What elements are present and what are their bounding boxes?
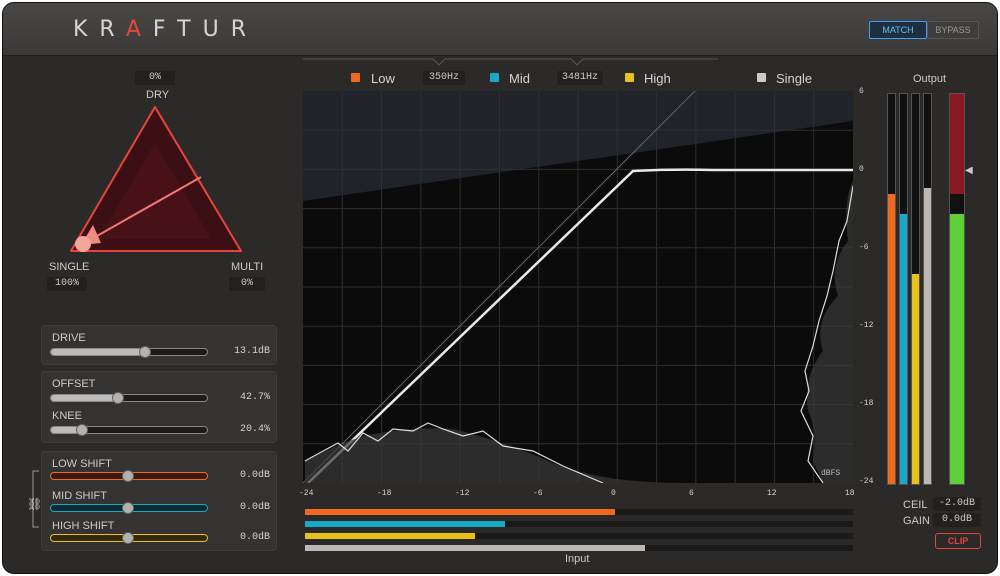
y-tick-label: 0: [859, 165, 864, 174]
offset-knee-panel: OFFSET 42.7% KNEE 20.4%: [41, 371, 277, 443]
logo-text-left: KR: [73, 17, 126, 42]
mid-shift-knob[interactable]: [122, 502, 134, 514]
dry-label: DRY: [146, 89, 170, 101]
mix-handle[interactable]: [75, 236, 91, 252]
ceil-label: CEIL: [903, 499, 928, 511]
knee-knob[interactable]: [76, 424, 89, 436]
low-band-meter: [305, 509, 853, 515]
drive-label: DRIVE: [52, 332, 86, 344]
ceil-value[interactable]: -2.0dB: [933, 497, 981, 511]
low-swatch[interactable]: [351, 73, 360, 82]
single-band-label[interactable]: Single: [776, 71, 812, 86]
offset-value[interactable]: 42.7%: [212, 392, 270, 403]
gain-label: GAIN: [903, 515, 930, 527]
knee-slider[interactable]: [50, 426, 208, 434]
input-label: Input: [565, 553, 590, 565]
single-label: SINGLE: [49, 261, 90, 273]
single-output-meter: [923, 93, 932, 485]
mid-shift-value[interactable]: 0.0dB: [212, 502, 270, 513]
transfer-curve-graph[interactable]: dBFS: [303, 91, 853, 483]
x-tick-label: 12: [767, 489, 777, 498]
drive-value[interactable]: 13.1dB: [212, 346, 270, 357]
mid-freq-value[interactable]: 3481Hz: [557, 71, 603, 85]
y-tick-label: -12: [859, 321, 874, 330]
drive-knob[interactable]: [138, 346, 151, 358]
output-title: Output: [913, 73, 947, 85]
low-freq-value[interactable]: 350Hz: [423, 71, 465, 85]
y-tick-label: -18: [859, 399, 874, 408]
krafturlogo: KRAFTUR: [73, 17, 258, 42]
single-swatch[interactable]: [757, 73, 766, 82]
mix-triangle[interactable]: [63, 101, 253, 261]
low-shift-value[interactable]: 0.0dB: [212, 470, 270, 481]
x-tick-label: -24: [299, 489, 314, 498]
offset-slider[interactable]: [50, 394, 208, 402]
clip-indicator[interactable]: CLIP: [935, 533, 981, 549]
main-output-meter: [949, 93, 965, 485]
knee-value[interactable]: 20.4%: [212, 424, 270, 435]
dry-value[interactable]: 0%: [135, 71, 175, 85]
drive-panel: DRIVE 13.1dB: [41, 325, 277, 365]
gain-value[interactable]: 0.0dB: [933, 513, 981, 527]
y-tick-label: -24: [859, 477, 874, 486]
mid-output-meter: [899, 93, 908, 485]
link-icon[interactable]: ⛓: [27, 497, 42, 511]
multi-label: MULTI: [231, 261, 264, 273]
high-shift-label: HIGH SHIFT: [52, 520, 115, 532]
bypass-button[interactable]: BYPASS: [927, 21, 979, 39]
x-tick-label: 6: [689, 489, 694, 498]
knee-label: KNEE: [52, 410, 82, 422]
low-shift-knob[interactable]: [122, 470, 134, 482]
band-crossover-bracket: [303, 58, 718, 66]
low-output-meter: [887, 93, 896, 485]
high-swatch[interactable]: [625, 73, 634, 82]
x-tick-label: -6: [533, 489, 543, 498]
plugin-window: KRAFTUR MATCH BYPASS 0% DRY SINGLE MULTI…: [2, 2, 998, 574]
mid-shift-label: MID SHIFT: [52, 490, 107, 502]
mid-swatch[interactable]: [490, 73, 499, 82]
y-tick-label: -6: [859, 243, 869, 252]
ceiling-marker-icon[interactable]: ◀: [965, 165, 973, 176]
logo-accent-a: A: [125, 17, 153, 42]
high-output-meter: [911, 93, 920, 485]
mid-band-meter: [305, 521, 853, 527]
high-shift-knob[interactable]: [122, 532, 134, 544]
low-band-label[interactable]: Low: [371, 71, 395, 86]
offset-slider-fill: [51, 395, 119, 401]
x-tick-label: 0: [611, 489, 616, 498]
drive-slider-fill: [51, 349, 145, 355]
title-bar: KRAFTUR MATCH BYPASS: [3, 3, 997, 56]
x-tick-label: 18: [845, 489, 855, 498]
high-band-label[interactable]: High: [644, 71, 671, 86]
high-band-meter: [305, 533, 853, 539]
low-shift-label: LOW SHIFT: [52, 458, 112, 470]
mid-band-label[interactable]: Mid: [509, 71, 530, 86]
multi-value[interactable]: 0%: [229, 277, 265, 291]
drive-slider[interactable]: [50, 348, 208, 356]
match-button[interactable]: MATCH: [869, 21, 927, 39]
single-value[interactable]: 100%: [47, 277, 87, 291]
y-tick-label: 6: [859, 87, 864, 96]
offset-knob[interactable]: [112, 392, 125, 404]
logo-text-right: FTUR: [152, 17, 258, 42]
offset-label: OFFSET: [52, 378, 96, 390]
x-tick-label: -18: [377, 489, 392, 498]
dbfs-label: dBFS: [821, 469, 840, 478]
single-band-meter: [305, 545, 853, 551]
shift-panel: LOW SHIFT 0.0dB MID SHIFT 0.0dB HIGH SHI…: [41, 451, 277, 551]
x-tick-label: -12: [455, 489, 470, 498]
high-shift-value[interactable]: 0.0dB: [212, 532, 270, 543]
